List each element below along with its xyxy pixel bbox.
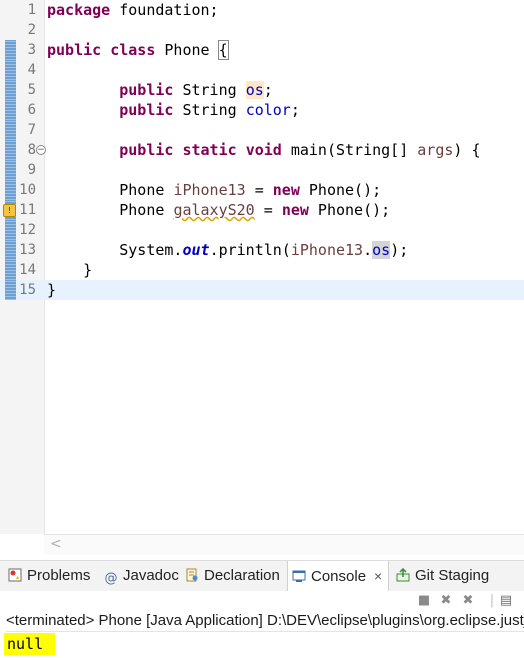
occurrence-marker	[5, 140, 16, 160]
code-text[interactable]: public String color;	[47, 100, 300, 120]
line-number: 15	[19, 282, 36, 298]
os-field-occurrence: os	[372, 241, 391, 259]
bottom-panel-tabbar: Problems @ Javadoc Declaration Console × G…	[0, 560, 524, 592]
code-text[interactable]: System.out.println(iPhone13.os);	[47, 240, 408, 260]
line-number: 11	[19, 202, 36, 218]
occurrence-marker	[5, 280, 16, 300]
code-line[interactable]: 9	[0, 160, 524, 180]
tab-label: Declaration	[204, 567, 280, 584]
tab-label: Problems	[27, 567, 91, 584]
line-number: 4	[27, 62, 36, 78]
line-number: 10	[19, 182, 36, 198]
line-number: 7	[27, 122, 36, 138]
occurrence-marker	[5, 180, 16, 200]
code-text[interactable]: Phone iPhone13 = new Phone();	[47, 180, 381, 200]
line-number: 8	[27, 142, 36, 158]
occurrence-marker	[5, 40, 16, 60]
current-code-line[interactable]: 15 }	[0, 280, 524, 300]
code-line[interactable]: 5 public String os;	[0, 80, 524, 100]
scroll-left-arrow-icon[interactable]: <	[50, 536, 62, 552]
line-number: 9	[27, 162, 36, 178]
os-field-declaration: os	[245, 81, 264, 99]
code-editor[interactable]: 1 package foundation; 2 3 public class P…	[0, 0, 524, 556]
occurrence-marker	[5, 260, 16, 280]
tab-problems[interactable]: Problems	[8, 561, 90, 591]
fold-collapse-icon[interactable]: −	[36, 145, 46, 155]
tab-declaration[interactable]: Declaration	[185, 561, 280, 591]
occurrence-marker	[5, 60, 16, 80]
remove-all-terminated-icon[interactable]: ✖	[460, 593, 476, 609]
console-toolbar: ■ ✖ ✖ | ▤	[0, 591, 524, 611]
line-number: 13	[19, 242, 36, 258]
tab-javadoc[interactable]: @ Javadoc	[104, 561, 179, 591]
declaration-icon	[186, 568, 198, 582]
code-line[interactable]: 10 Phone iPhone13 = new Phone();	[0, 180, 524, 200]
code-line[interactable]: 12	[0, 220, 524, 240]
code-line[interactable]: 14 }	[0, 260, 524, 280]
javadoc-icon: @	[104, 571, 118, 586]
code-text[interactable]: public String os;	[47, 80, 273, 100]
code-line[interactable]: 1 package foundation;	[0, 0, 524, 20]
tab-label: Javadoc	[123, 567, 179, 584]
occurrence-marker	[5, 160, 16, 180]
code-text[interactable]: }	[47, 260, 92, 280]
code-line[interactable]: 7	[0, 120, 524, 140]
occurrence-marker	[5, 220, 16, 240]
occurrence-marker	[5, 120, 16, 140]
line-number: 1	[27, 2, 36, 18]
console-icon	[292, 570, 306, 582]
code-line[interactable]: ! 11 Phone galaxyS20 = new Phone();	[0, 200, 524, 220]
console-output[interactable]: null	[4, 633, 55, 655]
code-line[interactable]: 8 − public static void main(String[] arg…	[0, 140, 524, 160]
matching-bracket: {	[217, 40, 229, 60]
line-number: 5	[27, 82, 36, 98]
close-icon[interactable]: ×	[374, 568, 382, 584]
line-number: 14	[19, 262, 36, 278]
code-text[interactable]: Phone galaxyS20 = new Phone();	[47, 200, 390, 220]
line-number: 2	[27, 22, 36, 38]
tab-console[interactable]: Console ×	[287, 561, 390, 592]
code-text[interactable]: }	[47, 280, 56, 300]
code-line[interactable]: 4	[0, 60, 524, 80]
terminate-icon[interactable]: ■	[416, 593, 432, 609]
tab-label: Console	[311, 568, 367, 585]
occurrence-marker	[5, 240, 16, 260]
line-number: 3	[27, 42, 36, 58]
remove-launch-icon[interactable]: ✖	[438, 593, 454, 609]
code-text[interactable]: public class Phone {	[47, 40, 229, 60]
problems-icon	[8, 568, 22, 582]
code-line[interactable]: 3 public class Phone {	[0, 40, 524, 60]
line-number: 6	[27, 102, 36, 118]
console-process-description: <terminated> Phone [Java Application] D:…	[6, 611, 524, 632]
code-line[interactable]: 13 System.out.println(iPhone13.os);	[0, 240, 524, 260]
unused-variable: galaxyS20	[173, 201, 255, 219]
occurrence-marker	[5, 100, 16, 120]
clear-console-icon[interactable]: ▤	[498, 593, 514, 609]
warning-icon[interactable]: !	[3, 204, 16, 217]
code-text[interactable]: package foundation;	[47, 0, 219, 20]
code-line[interactable]: 6 public String color;	[0, 100, 524, 120]
code-line[interactable]: 2	[0, 20, 524, 40]
horizontal-scrollbar[interactable]: <	[44, 534, 524, 555]
occurrence-marker	[5, 80, 16, 100]
git-staging-icon	[396, 568, 410, 582]
tab-label: Git Staging	[415, 567, 490, 584]
line-number: 12	[19, 222, 36, 238]
code-text[interactable]: public static void main(String[] args) {	[47, 140, 480, 160]
tab-git-staging[interactable]: Git Staging	[396, 561, 489, 591]
